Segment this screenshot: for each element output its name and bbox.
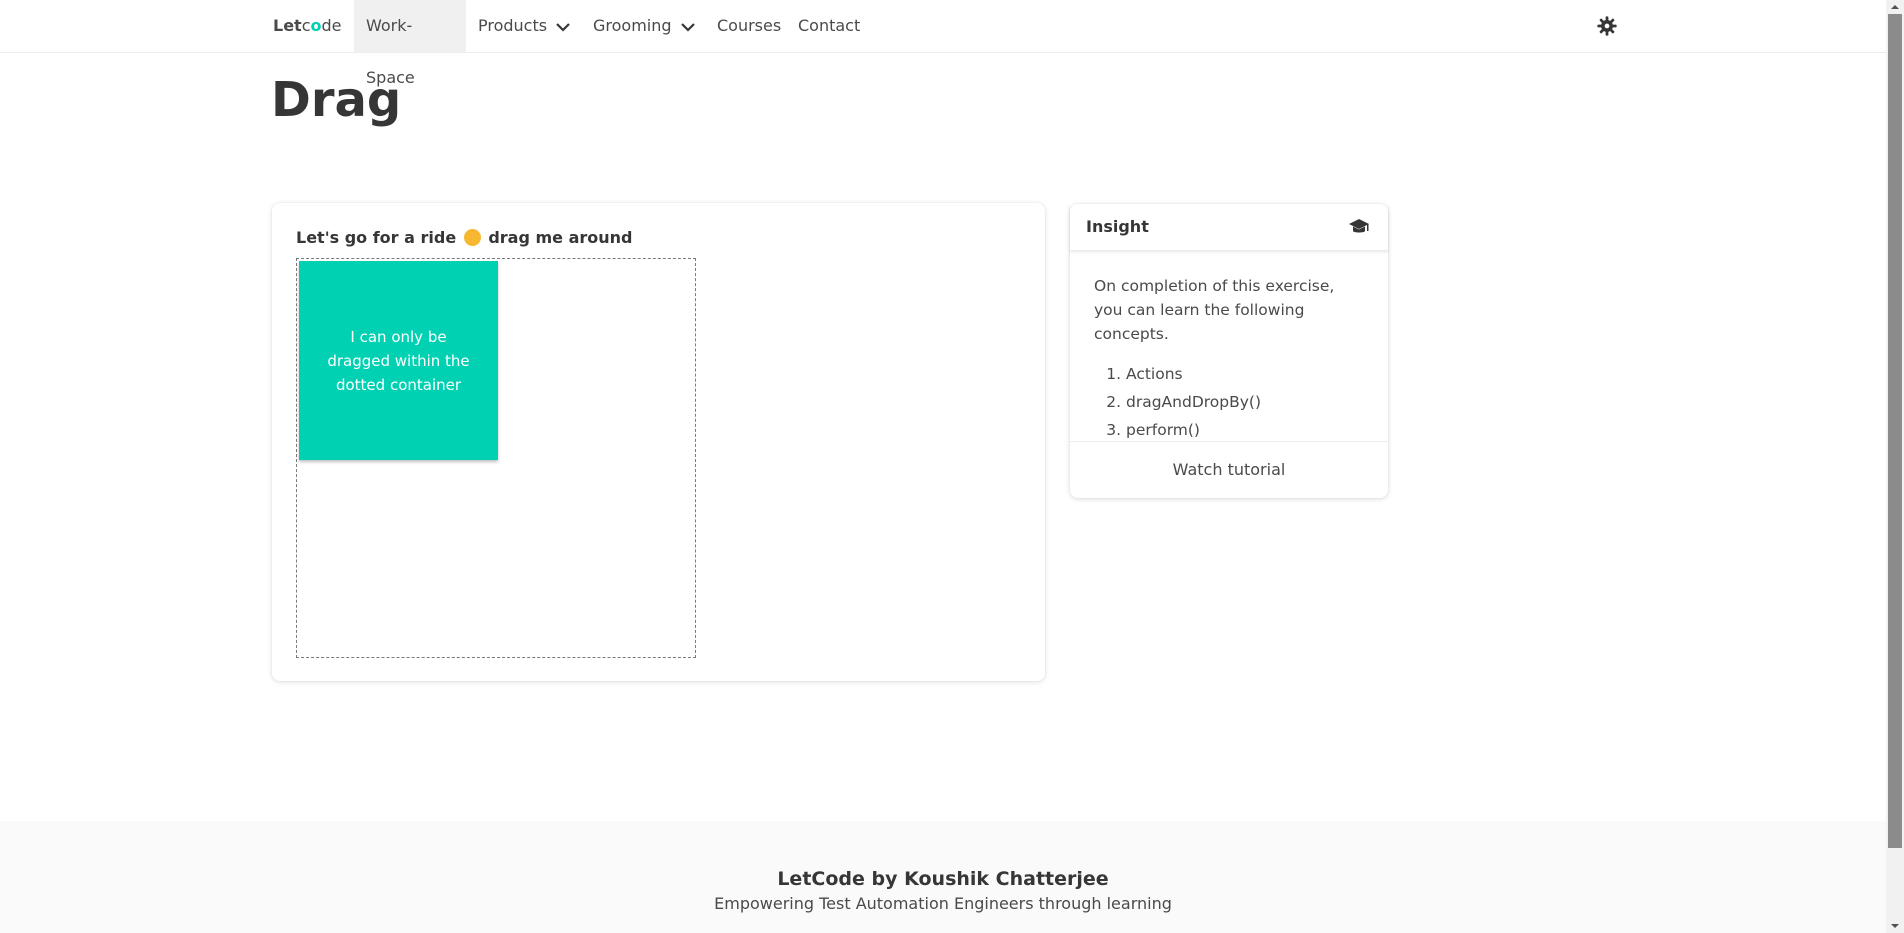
nav-item-products[interactable]: Products [466,0,583,52]
vertical-scrollbar[interactable] [1886,0,1904,933]
winking-face-icon [463,229,481,246]
nav-item-label: Courses [717,16,782,35]
concept-item: dragAndDropBy() [1126,388,1364,416]
scroll-up-arrow-icon[interactable] [1886,0,1904,14]
watch-tutorial-link[interactable]: Watch tutorial [1070,441,1388,498]
chevron-down-icon [680,22,695,32]
footer-subtitle: Empowering Test Automation Engineers thr… [714,894,1172,913]
scrollbar-thumb[interactable] [1888,14,1902,848]
concepts-list: Actions dragAndDropBy() perform() [1094,360,1364,444]
insight-card: Insight On completion of this exercise, … [1070,204,1388,498]
nav-item-courses[interactable]: Courses [705,0,793,52]
heading-text-before: Let's go for a ride [296,228,457,247]
nav-item-grooming[interactable]: Grooming [581,0,708,52]
card-heading: Let's go for a ride drag me around [296,228,633,247]
insight-header: Insight [1070,204,1388,250]
page-footer: LetCode by Koushik Chatterjee Empowering… [0,821,1886,933]
top-navbar: Letcode Work-Space Products Grooming Cou… [0,0,1886,87]
brand-text-de: de [321,16,342,35]
concept-item: perform() [1126,416,1364,444]
nav-item-contact[interactable]: Contact [786,0,872,52]
brand-text-let: Let [273,16,302,35]
nav-item-label: Products [478,16,548,35]
draggable-box[interactable]: I can only be dragged within the dotted … [299,261,498,460]
footer-title: LetCode by Koushik Chatterjee [777,868,1109,890]
insight-intro: On completion of this exercise, you can … [1094,277,1335,343]
chevron-down-icon [556,22,570,32]
nav-item-label: Contact [798,16,861,35]
draggable-box-label: I can only be dragged within the dotted … [327,327,470,394]
graduation-cap-icon [1349,219,1369,233]
scroll-down-arrow-icon[interactable] [1886,919,1904,933]
nav-item-label: Grooming [593,16,672,35]
page-title: Drag [271,72,402,128]
nav-item-workspace[interactable]: Work-Space [354,0,466,87]
brand-text-o: o [310,16,322,35]
gear-icon[interactable] [1596,15,1618,37]
insight-title: Insight [1086,217,1149,236]
insight-body: On completion of this exercise, you can … [1094,274,1364,444]
brand-logo[interactable]: Letcode [273,16,342,35]
concept-item: Actions [1126,360,1364,388]
brand-text-c: c [301,16,311,35]
dotted-drag-container: I can only be dragged within the dotted … [296,258,696,658]
heading-text-after: drag me around [488,228,633,247]
drag-exercise-card: Let's go for a ride drag me around I can… [272,203,1045,681]
